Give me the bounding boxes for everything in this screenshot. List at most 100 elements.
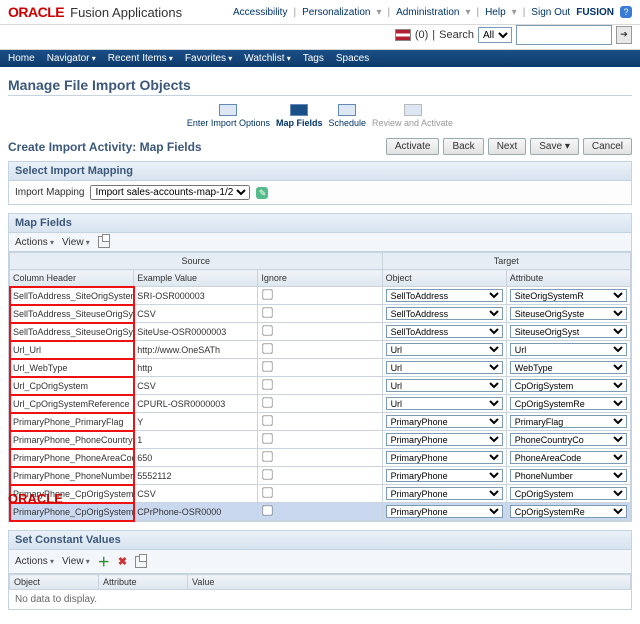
table-row[interactable]: Url_Urlhttp://www.OneSAThUrlUrl — [10, 341, 631, 359]
table-row[interactable]: PrimaryPhone_CpOrigSystemCSVPrimaryPhone… — [10, 485, 631, 503]
table-row[interactable]: PrimaryPhone_PrimaryFlagYPrimaryPhonePri… — [10, 413, 631, 431]
object-select[interactable]: Url — [386, 343, 503, 356]
nav-watchlist[interactable]: Watchlist — [244, 53, 290, 64]
ignore-checkbox[interactable] — [263, 361, 273, 371]
import-mapping-select[interactable]: Import sales-accounts-map-1/28/1 — [90, 185, 250, 200]
mapfields-view-menu[interactable]: View — [62, 237, 90, 248]
mapping-new-icon[interactable]: ✎ — [256, 187, 268, 199]
cell-object[interactable]: PrimaryPhone — [382, 431, 506, 449]
detach-icon-2[interactable] — [135, 556, 147, 568]
table-row[interactable]: Url_WebTypehttpUrlWebType — [10, 359, 631, 377]
activate-button[interactable]: Activate — [386, 138, 440, 155]
cell-ignore[interactable] — [258, 359, 382, 377]
link-personalization[interactable]: Personalization — [302, 7, 370, 18]
attribute-select[interactable]: PhoneAreaCode — [510, 451, 627, 464]
th-column-header[interactable]: Column Header — [10, 270, 134, 287]
cell-ignore[interactable] — [258, 377, 382, 395]
ignore-checkbox[interactable] — [263, 397, 273, 407]
cell-object[interactable]: PrimaryPhone — [382, 467, 506, 485]
cell-ignore[interactable] — [258, 305, 382, 323]
th-object[interactable]: Object — [382, 270, 506, 287]
link-administration[interactable]: Administration — [396, 7, 459, 18]
object-select[interactable]: PrimaryPhone — [386, 469, 503, 482]
cell-ignore[interactable] — [258, 341, 382, 359]
cell-object[interactable]: Url — [382, 395, 506, 413]
next-button[interactable]: Next — [488, 138, 527, 155]
link-help[interactable]: Help — [485, 7, 506, 18]
cell-ignore[interactable] — [258, 431, 382, 449]
object-select[interactable]: PrimaryPhone — [386, 487, 503, 500]
cell-object[interactable]: PrimaryPhone — [382, 485, 506, 503]
attribute-select[interactable]: PhoneCountryCo — [510, 433, 627, 446]
delete-icon[interactable]: ✖ — [118, 555, 127, 568]
nav-navigator[interactable]: Navigator — [47, 53, 96, 64]
table-row[interactable]: SellToAddress_SiteOrigSystemReferenceSRI… — [10, 287, 631, 305]
cell-ignore[interactable] — [258, 467, 382, 485]
object-select[interactable]: PrimaryPhone — [386, 433, 503, 446]
object-select[interactable]: SellToAddress — [386, 325, 503, 338]
th-example[interactable]: Example Value — [134, 270, 258, 287]
add-icon[interactable]: ＋ — [98, 553, 110, 570]
mapfields-actions-menu[interactable]: Actions — [15, 237, 54, 248]
cell-object[interactable]: PrimaryPhone — [382, 449, 506, 467]
attribute-select[interactable]: CpOrigSystemRe — [510, 397, 627, 410]
attribute-select[interactable]: WebType — [510, 361, 627, 374]
detach-icon[interactable] — [98, 236, 110, 248]
cell-attribute[interactable]: PhoneNumber — [506, 467, 630, 485]
ignore-checkbox[interactable] — [263, 415, 273, 425]
search-input[interactable] — [516, 25, 612, 45]
cell-object[interactable]: SellToAddress — [382, 305, 506, 323]
nav-tags[interactable]: Tags — [303, 53, 324, 64]
object-select[interactable]: Url — [386, 379, 503, 392]
table-row[interactable]: SellToAddress_SiteuseOrigSystemRefSiteUs… — [10, 323, 631, 341]
object-select[interactable]: Url — [386, 361, 503, 374]
object-select[interactable]: SellToAddress — [386, 289, 503, 302]
cell-attribute[interactable]: CpOrigSystem — [506, 377, 630, 395]
cell-attribute[interactable]: CpOrigSystem — [506, 485, 630, 503]
object-select[interactable]: SellToAddress — [386, 307, 503, 320]
link-signout[interactable]: Sign Out — [531, 7, 570, 18]
attribute-select[interactable]: PrimaryFlag — [510, 415, 627, 428]
attribute-select[interactable]: PhoneNumber — [510, 469, 627, 482]
cell-ignore[interactable] — [258, 395, 382, 413]
attribute-select[interactable]: SiteuseOrigSyst — [510, 325, 627, 338]
ignore-checkbox[interactable] — [263, 505, 273, 515]
cell-attribute[interactable]: SiteOrigSystemR — [506, 287, 630, 305]
cell-ignore[interactable] — [258, 449, 382, 467]
cell-ignore[interactable] — [258, 323, 382, 341]
object-select[interactable]: PrimaryPhone — [386, 415, 503, 428]
nav-home[interactable]: Home — [8, 53, 35, 64]
wizard-step-1[interactable]: Enter Import Options — [187, 118, 270, 128]
ignore-checkbox[interactable] — [263, 469, 273, 479]
cv-th-value[interactable]: Value — [188, 575, 631, 590]
th-ignore[interactable]: Ignore — [258, 270, 382, 287]
table-row[interactable]: PrimaryPhone_PhoneAreaCode650PrimaryPhon… — [10, 449, 631, 467]
cell-attribute[interactable]: SiteuseOrigSyst — [506, 323, 630, 341]
ignore-checkbox[interactable] — [263, 433, 273, 443]
cell-object[interactable]: Url — [382, 359, 506, 377]
back-button[interactable]: Back — [443, 138, 483, 155]
table-row[interactable]: Url_CpOrigSystemCSVUrlCpOrigSystem — [10, 377, 631, 395]
attribute-select[interactable]: Url — [510, 343, 627, 356]
cell-attribute[interactable]: PhoneCountryCo — [506, 431, 630, 449]
nav-favorites[interactable]: Favorites — [185, 53, 232, 64]
cell-ignore[interactable] — [258, 413, 382, 431]
cv-th-attribute[interactable]: Attribute — [99, 575, 188, 590]
cell-attribute[interactable]: WebType — [506, 359, 630, 377]
cell-attribute[interactable]: SiteuseOrigSyste — [506, 305, 630, 323]
wizard-step-3[interactable]: Schedule — [328, 118, 366, 128]
cell-attribute[interactable]: PhoneAreaCode — [506, 449, 630, 467]
cell-attribute[interactable]: Url — [506, 341, 630, 359]
cell-ignore[interactable] — [258, 287, 382, 305]
table-row[interactable]: PrimaryPhone_PhoneCountryCode1PrimaryPho… — [10, 431, 631, 449]
table-row[interactable]: Url_CpOrigSystemReferenceCPURL-OSR000000… — [10, 395, 631, 413]
cell-object[interactable]: SellToAddress — [382, 323, 506, 341]
cell-attribute[interactable]: CpOrigSystemRe — [506, 395, 630, 413]
search-go-icon[interactable]: ➔ — [616, 26, 632, 44]
cell-object[interactable]: Url — [382, 341, 506, 359]
object-select[interactable]: PrimaryPhone — [386, 451, 503, 464]
ignore-checkbox[interactable] — [263, 379, 273, 389]
flag-icon[interactable] — [395, 29, 411, 41]
attribute-select[interactable]: CpOrigSystem — [510, 487, 627, 500]
save-button[interactable]: Save ▾ — [530, 138, 579, 155]
